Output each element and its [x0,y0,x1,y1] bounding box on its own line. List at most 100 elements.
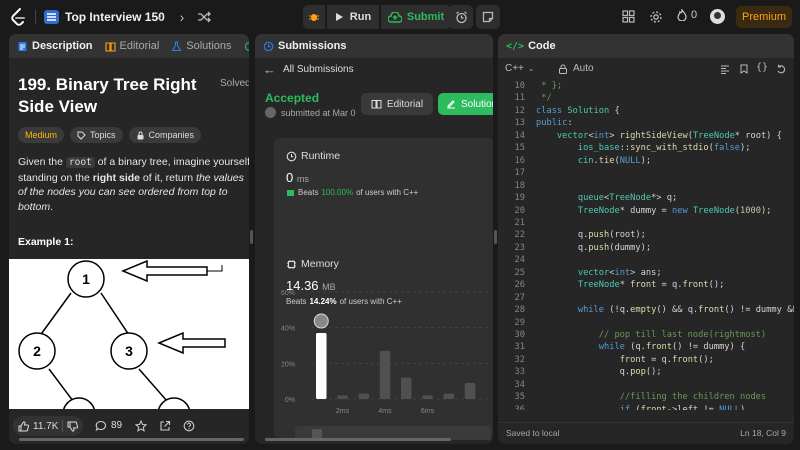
code-editor[interactable]: 10 * }; 11 */12 class Solution {13 public: 1… [498,80,794,410]
code-line[interactable]: 25 vector<int> ans; [498,267,794,279]
runtime-distribution-chart: 60% 40% 20% 0% 2ms 4ms 6ms [281,290,491,415]
thumbs-up-icon[interactable] [18,420,29,432]
code-line[interactable]: 12 class Solution { [498,105,794,117]
code-line[interactable]: 32 front = q.front(); [498,354,794,366]
problem-list-icon[interactable] [44,10,59,24]
code-line[interactable]: 23 q.push(dummy); [498,242,794,254]
layout-grid-icon[interactable] [622,10,635,23]
code-line[interactable]: 30 // pop till last node(rightmost) [498,329,794,341]
code-line[interactable]: 35 //filling the children nodes [498,391,794,403]
next-problem-icon[interactable]: › [172,7,192,27]
code-line[interactable]: 22 q.push(root); [498,229,794,241]
code-line[interactable]: 31 while (q.front() != dummy) { [498,341,794,353]
reset-icon[interactable] [776,64,786,74]
tab-code[interactable]: </> Code [506,40,556,52]
language-selector[interactable]: C++ ⌄ [505,63,535,74]
help-icon[interactable] [183,420,195,432]
beats-value: 100.00% [321,188,354,197]
editorial-button[interactable]: Editorial [361,93,433,115]
all-submissions-link[interactable]: ← All Submissions [263,61,354,77]
runtime-beats: Beats 100.00% of users with C++ [286,188,418,197]
code-panel: </> Code C++ ⌄ Auto {} 10 * }; 11 */12 cla… [498,34,794,444]
run-button[interactable]: Run [327,5,379,29]
code-line[interactable]: 17 [498,167,794,179]
shuffle-icon[interactable] [197,10,211,24]
topics-tag[interactable]: Topics [70,127,123,143]
code-line[interactable]: 20 TreeNode* dummy = new TreeNode(1000); [498,205,794,217]
code-line[interactable]: 33 q.pop(); [498,366,794,378]
tab-solutions[interactable]: Solutions [171,40,232,52]
difficulty-badge[interactable]: Medium [18,127,65,143]
premium-button[interactable]: Premium [736,6,792,28]
mode-selector[interactable]: Auto [558,63,594,74]
tab-submissions[interactable]: Submissions [263,40,346,52]
code-line[interactable]: 16 cin.tie(NULL); [498,155,794,167]
code-line[interactable]: 29 [498,317,794,329]
format-icon[interactable] [720,64,730,74]
edit-icon [447,100,455,109]
line-number: 34 [514,379,525,390]
prev-problem-icon[interactable]: ‹ [150,7,170,27]
code-text: vector<int> rightSideView(TreeNode* root… [556,130,782,141]
flame-icon [677,9,687,21]
line-number: 19 [514,193,525,204]
line-number: 15 [514,143,525,154]
line-number: 33 [514,367,525,378]
panel-resize-handle[interactable] [250,230,253,244]
code-line[interactable]: 10 * }; [498,80,794,92]
tab-editorial[interactable]: Editorial [104,40,159,52]
tab-testcases[interactable]: Te [244,40,249,52]
code-line[interactable]: 26 TreeNode* front = q.front(); [498,279,794,291]
like-group[interactable]: 11.7K [13,416,83,436]
beats-suffix: of users with C++ [356,188,419,197]
code-toolbar: C++ ⌄ Auto {} [498,58,794,80]
line-number: 18 [514,180,525,191]
gear-icon[interactable] [649,10,663,24]
user-avatar[interactable] [710,9,725,24]
code-line[interactable]: 19 queue<TreeNode*> q; [498,192,794,204]
code-text: ios_base::sync_with_stdio(false); [577,143,751,154]
line-number: 31 [514,342,525,353]
thumbs-down-icon[interactable] [67,421,79,432]
share-icon[interactable] [159,420,171,432]
submit-label: Submit [406,11,445,23]
horizontal-scrollbar[interactable] [19,438,244,441]
runtime-unit: ms [296,174,309,184]
timer-button[interactable] [449,5,473,29]
code-line[interactable]: 34 [498,379,794,391]
history-icon [244,41,249,51]
horizontal-scrollbar[interactable] [265,438,451,441]
submit-button[interactable]: Submit [381,5,451,29]
code-line[interactable]: 11 */ [498,92,794,104]
statement-text: Given the [18,156,66,168]
panel-resize-handle[interactable] [493,230,497,244]
code-line[interactable]: 24 [498,254,794,266]
code-line[interactable]: 36 if (front->left != NULL) [498,404,794,410]
code-line[interactable]: 21 [498,217,794,229]
code-line[interactable]: 27 [498,292,794,304]
comment-icon[interactable] [95,420,107,432]
tab-description[interactable]: Description [17,40,93,52]
code-line[interactable]: 15 ios_base::sync_with_stdio(false); [498,142,794,154]
code-line[interactable]: 13 public: [498,117,794,129]
braces-icon[interactable]: {} [756,62,768,73]
lock-icon [137,131,144,139]
streak-counter[interactable]: 0 [677,9,697,21]
star-icon[interactable] [135,420,147,432]
tree-node-label: 2 [33,343,41,359]
chart-bar [316,333,327,399]
code-line[interactable]: 14 vector<int> rightSideView(TreeNode* r… [498,130,794,142]
streak-count: 0 [691,9,698,21]
debug-button[interactable] [303,5,325,29]
solution-button[interactable]: Solution [438,93,493,115]
back-arrow-icon: ← [263,61,276,77]
line-number: 28 [514,305,525,316]
companies-tag[interactable]: Companies [128,127,202,143]
code-text: // pop till last node(rightmost) [598,330,767,340]
code-line[interactable]: 28 while (!q.empty() && q.front() != dum… [498,304,794,316]
notes-button[interactable] [476,5,500,29]
code-line[interactable]: 18 [498,180,794,192]
chart-user-marker-icon [313,313,329,329]
bookmark-icon[interactable] [739,64,749,74]
leetcode-logo-icon[interactable] [8,7,28,27]
